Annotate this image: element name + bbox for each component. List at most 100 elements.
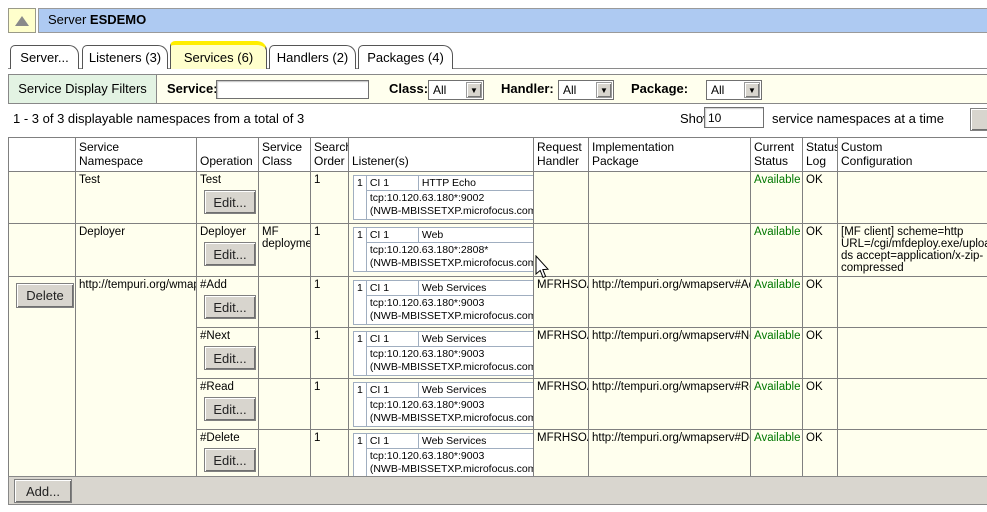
header-actions [9,138,76,172]
tab-handlers[interactable]: Handlers (2) [269,45,356,69]
service-class-cell: MF deployment [259,224,311,277]
status-log-cell: OK [803,328,838,379]
search-order-cell: 1 [311,172,349,224]
edit-button[interactable]: Edit... [204,448,256,472]
status-log-cell: OK [803,379,838,430]
custom-configuration-cell [838,379,987,430]
tab-packages[interactable]: Packages (4) [358,45,453,69]
operation-name: Test [200,174,221,186]
show-count-input[interactable] [704,107,764,128]
listeners-cell: 1 CI 1 HTTP Echo tcp:10.120.63.180*:9002… [349,172,534,224]
listener-box: 1 CI 1 Web Services tcp:10.120.63.180*:9… [353,331,534,376]
listener-address: tcp:10.120.63.180*:9003 [370,450,534,463]
service-filter-label: Service: [167,75,218,103]
edit-button[interactable]: Edit... [204,397,256,421]
listener-detail: tcp:10.120.63.180*:9002 (NWB-MBISSETXP.m… [366,191,533,220]
header-search-order: Search Order [311,138,349,172]
handler-filter-label: Handler: [501,75,554,103]
custom-configuration-cell [838,172,987,224]
listener-address: tcp:10.120.63.180*:9002 [370,192,534,205]
status-log-cell: OK [803,430,838,482]
listener-index: 1 [354,332,367,376]
header-custom-configuration: Custom Configuration [838,138,987,172]
implementation-package-cell: http://tempuri.org/wmapserv#Next [589,328,751,379]
namespace-cell: Test [76,172,197,224]
service-filter-input[interactable] [216,80,369,99]
listener-box: 1 CI 1 Web tcp:10.120.63.180*:2808* (NWB… [353,227,534,272]
listener-type: Web Services [418,383,533,398]
tab-server[interactable]: Server... [10,45,79,69]
request-handler-cell: MFRHSOAP [534,328,589,379]
listener-box: 1 CI 1 Web Services tcp:10.120.63.180*:9… [353,382,534,427]
implementation-package-cell: http://tempuri.org/wmapserv#Delete [589,430,751,482]
listener-box: 1 CI 1 Web Services tcp:10.120.63.180*:9… [353,280,534,325]
search-order-cell: 1 [311,328,349,379]
listener-host: (NWB-MBISSETXP.microfocus.com) [370,310,534,323]
listeners-cell: 1 CI 1 Web Services tcp:10.120.63.180*:9… [349,328,534,379]
edit-button[interactable]: Edit... [204,190,256,214]
listener-address: tcp:10.120.63.180*:2808* [370,244,534,257]
listener-address: tcp:10.120.63.180*:9003 [370,348,534,361]
operation-name: Deployer [200,226,246,238]
server-label: Server [48,12,90,27]
edit-button[interactable]: Edit... [204,346,256,370]
listener-host: (NWB-MBISSETXP.microfocus.com) [370,257,534,270]
handler-filter-select[interactable]: All ▼ [558,80,614,100]
listener-name: CI 1 [366,228,418,243]
mouse-cursor-icon [535,255,550,279]
listeners-cell: 1 CI 1 Web tcp:10.120.63.180*:2808* (NWB… [349,224,534,277]
operation-cell: Deployer Edit... [197,224,259,277]
listener-host: (NWB-MBISSETXP.microfocus.com) [370,361,534,374]
tab-listeners[interactable]: Listeners (3) [82,45,168,69]
package-filter-select[interactable]: All ▼ [706,80,762,100]
listener-host: (NWB-MBISSETXP.microfocus.com) [370,463,534,476]
listener-box: 1 CI 1 Web Services tcp:10.120.63.180*:9… [353,433,534,478]
listener-detail: tcp:10.120.63.180*:2808* (NWB-MBISSETXP.… [366,243,533,272]
add-button[interactable]: Add... [14,479,72,503]
collapse-toggle[interactable] [8,8,36,33]
header-current-status: Current Status [751,138,803,172]
tab-services[interactable]: Services (6) [170,41,267,69]
table-row: Deployer Deployer Edit... MF deployment … [9,224,987,277]
delete-button[interactable]: Delete [16,283,74,308]
chevron-down-icon[interactable]: ▼ [596,82,612,98]
server-header-bar: Server ESDEMO [38,8,987,33]
listener-address: tcp:10.120.63.180*:9003 [370,399,534,412]
header-service-namespace: Service Namespace [76,138,197,172]
paging-button-partial[interactable] [970,108,987,131]
listener-type: Web [418,228,533,243]
service-class-cell [259,172,311,224]
current-status-cell: Available [751,224,803,277]
listener-address: tcp:10.120.63.180*:9003 [370,297,534,310]
services-table: Service Namespace Operation Service Clas… [8,137,987,482]
edit-button[interactable]: Edit... [204,242,256,266]
custom-configuration-cell [838,430,987,482]
custom-configuration-cell [838,277,987,328]
listener-type: HTTP Echo [418,176,533,191]
status-log-cell: OK [803,172,838,224]
request-handler-cell: MFRHSOAP [534,430,589,482]
listener-name: CI 1 [366,176,418,191]
operation-cell: #Next Edit... [197,328,259,379]
operation-name: #Add [200,279,227,291]
listener-host: (NWB-MBISSETXP.microfocus.com) [370,205,534,218]
listener-type: Web Services [418,332,533,347]
custom-configuration-cell: [MF client] scheme=http URL=/cgi/mfdeplo… [838,224,987,277]
listener-name: CI 1 [366,383,418,398]
listener-index: 1 [354,434,367,478]
service-class-cell [259,277,311,328]
operation-name: #Read [200,381,234,393]
chevron-down-icon[interactable]: ▼ [466,82,482,98]
custom-configuration-cell [838,328,987,379]
class-filter-select[interactable]: All ▼ [428,80,484,100]
current-status-cell: Available [751,172,803,224]
class-filter-label: Class: [389,75,428,103]
header-service-class: Service Class [259,138,311,172]
operation-cell: #Read Edit... [197,379,259,430]
listener-type: Web Services [418,434,533,449]
edit-button[interactable]: Edit... [204,295,256,319]
chevron-down-icon[interactable]: ▼ [744,82,760,98]
implementation-package-cell: http://tempuri.org/wmapserv#Read [589,379,751,430]
listener-index: 1 [354,176,367,220]
current-status-cell: Available [751,430,803,482]
